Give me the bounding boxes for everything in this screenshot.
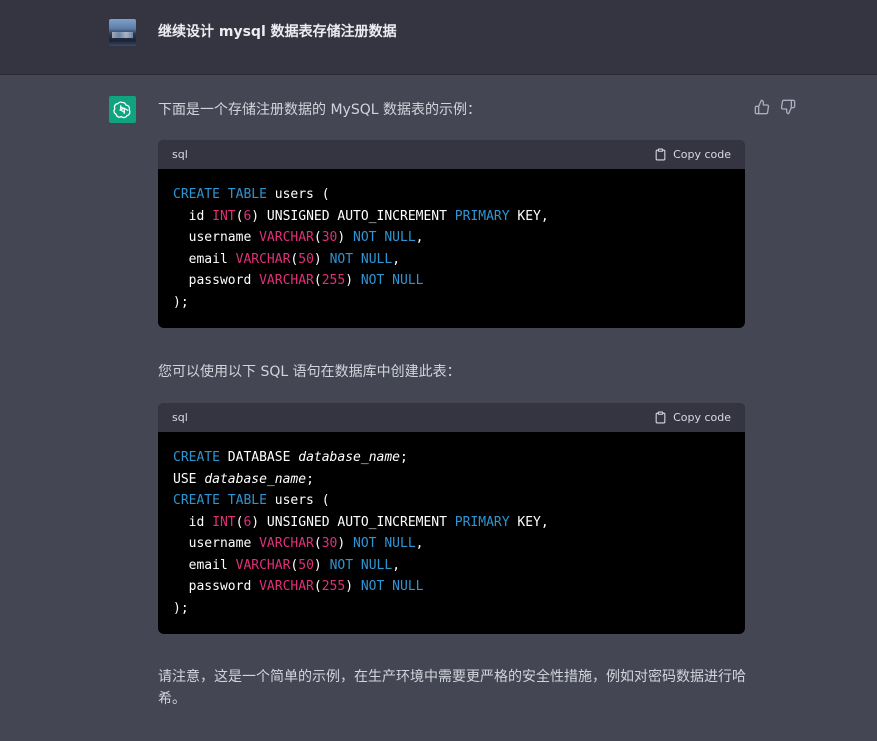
- code-token: CREATE TABLE: [173, 187, 267, 202]
- code-line: CREATE DATABASE database_name;: [173, 447, 730, 469]
- code-token: VARCHAR: [259, 536, 314, 551]
- code-token: password: [173, 273, 260, 288]
- user-message-row: 继续设计 mysql 数据表存储注册数据: [0, 0, 877, 75]
- code-line: );: [173, 598, 730, 620]
- code-token: );: [173, 294, 189, 310]
- code-line: );: [173, 292, 730, 314]
- code-token: INT: [212, 514, 236, 530]
- code-token: 30: [321, 230, 338, 245]
- code-token: (: [313, 579, 322, 594]
- assistant-middle-text: 您可以使用以下 SQL 语句在数据库中创建此表：: [158, 364, 461, 380]
- code-content: CREATE TABLE users ( id INT(6) UNSIGNED …: [158, 169, 745, 328]
- code-line: CREATE TABLE users (: [173, 184, 730, 206]
- code-token: ,: [415, 536, 424, 551]
- code-content: CREATE DATABASE database_name; USE databa…: [158, 432, 745, 634]
- code-token: email: [173, 557, 236, 573]
- code-token: database_name: [298, 450, 400, 465]
- code-token: ;: [400, 450, 408, 465]
- code-block: sql Copy code CREATE DATABASE database_n…: [158, 403, 745, 634]
- code-token: DATABASE: [219, 450, 299, 465]
- code-block-header: sql Copy code: [158, 140, 745, 169]
- code-token: password: [173, 579, 260, 594]
- code-line: username VARCHAR(30) NOT NULL,: [173, 533, 730, 555]
- code-line: username VARCHAR(30) NOT NULL,: [173, 227, 730, 249]
- code-token: VARCHAR: [235, 251, 291, 267]
- code-token: PRIMARY: [454, 514, 510, 530]
- code-language-label: sql: [172, 411, 188, 424]
- code-token: ): [337, 536, 354, 551]
- code-token: ): [313, 557, 330, 573]
- code-line: email VARCHAR(50) NOT NULL,: [173, 249, 730, 271]
- user-message-text: 继续设计 mysql 数据表存储注册数据: [158, 24, 397, 40]
- clipboard-icon: [655, 148, 666, 161]
- code-token: 50: [298, 557, 314, 573]
- code-token: ): [337, 230, 354, 245]
- code-token: VARCHAR: [235, 557, 291, 573]
- code-token: NOT NULL: [360, 273, 424, 288]
- code-token: INT: [212, 208, 236, 224]
- code-token: ,: [392, 251, 401, 267]
- clipboard-icon: [655, 411, 666, 424]
- code-token: CREATE: [173, 450, 220, 465]
- assistant-intro-text: 下面是一个存储注册数据的 MySQL 数据表的示例：: [158, 102, 481, 118]
- copy-code-button[interactable]: Copy code: [654, 148, 731, 161]
- code-token: VARCHAR: [259, 230, 314, 245]
- assistant-outro-text: 请注意，这是一个简单的示例，在生产环境中需要更严格的安全性措施，例如对密码数据进…: [158, 669, 746, 707]
- code-token: ) UNSIGNED AUTO_INCREMENT: [251, 208, 455, 224]
- code-token: 255: [321, 273, 346, 288]
- code-token: NOT NULL: [329, 557, 393, 573]
- code-token: username: [173, 230, 260, 245]
- code-token: (: [313, 230, 322, 245]
- code-block: sql Copy code CREATE TABLE users ( id IN…: [158, 140, 745, 328]
- code-token: CREATE TABLE: [173, 493, 267, 508]
- code-token: ): [313, 251, 330, 267]
- code-token: USE: [173, 471, 205, 487]
- code-token: NOT NULL: [329, 251, 393, 267]
- code-token: database_name: [204, 471, 307, 487]
- code-token: NOT NULL: [353, 230, 416, 245]
- code-language-label: sql: [172, 148, 188, 161]
- code-token: 30: [321, 536, 338, 551]
- code-token: KEY,: [509, 208, 549, 224]
- code-token: ,: [392, 557, 401, 573]
- code-token: ;: [306, 471, 314, 487]
- code-token: VARCHAR: [259, 579, 314, 594]
- code-token: NOT NULL: [360, 579, 424, 594]
- code-token: ): [345, 579, 361, 594]
- code-token: 255: [321, 579, 346, 594]
- code-token: id: [173, 208, 213, 224]
- code-token: (: [313, 536, 322, 551]
- thumbs-down-icon[interactable]: [780, 99, 797, 116]
- code-token: PRIMARY: [454, 208, 510, 224]
- code-line: id INT(6) UNSIGNED AUTO_INCREMENT PRIMAR…: [173, 512, 730, 534]
- code-line: password VARCHAR(255) NOT NULL: [173, 576, 730, 598]
- code-token: ,: [415, 230, 424, 245]
- code-token: users (: [266, 187, 330, 202]
- openai-logo-icon: [109, 96, 136, 123]
- code-token: KEY,: [509, 514, 549, 530]
- code-token: VARCHAR: [259, 273, 314, 288]
- code-line: id INT(6) UNSIGNED AUTO_INCREMENT PRIMAR…: [173, 206, 730, 228]
- code-token: username: [173, 536, 260, 551]
- code-line: CREATE TABLE users (: [173, 490, 730, 512]
- thumbs-up-icon[interactable]: [754, 99, 771, 116]
- code-token: email: [173, 251, 236, 267]
- code-token: );: [173, 600, 189, 616]
- code-line: password VARCHAR(255) NOT NULL: [173, 270, 730, 292]
- user-avatar: [109, 19, 136, 46]
- code-token: 50: [298, 251, 314, 267]
- code-token: users (: [266, 493, 330, 508]
- copy-code-label: Copy code: [673, 411, 731, 424]
- code-token: ): [345, 273, 361, 288]
- code-block-header: sql Copy code: [158, 403, 745, 432]
- copy-code-button[interactable]: Copy code: [654, 411, 731, 424]
- code-token: NOT NULL: [353, 536, 416, 551]
- copy-code-label: Copy code: [673, 148, 731, 161]
- code-line: email VARCHAR(50) NOT NULL,: [173, 555, 730, 577]
- code-line: USE database_name;: [173, 469, 730, 491]
- code-token: (: [313, 273, 322, 288]
- code-token: ) UNSIGNED AUTO_INCREMENT: [251, 514, 455, 530]
- code-token: id: [173, 514, 213, 530]
